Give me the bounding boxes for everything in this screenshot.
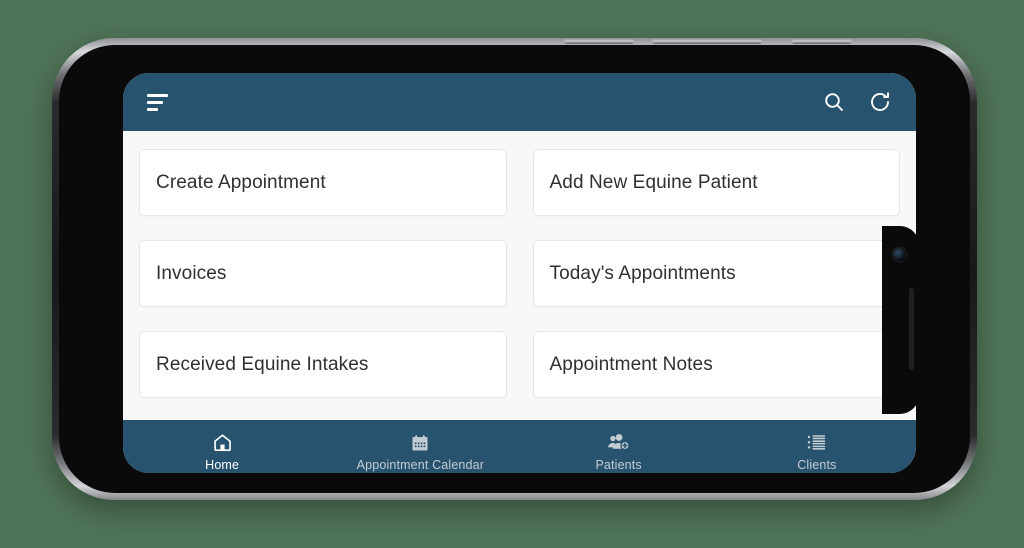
card-create-appointment[interactable]: Create Appointment [139,149,507,216]
card-label: Create Appointment [156,171,326,193]
refresh-icon[interactable] [868,90,892,114]
phone-screen: Create Appointment Add New Equine Patien… [123,73,916,473]
hamburger-menu-icon[interactable] [147,93,171,111]
page-backdrop: Create Appointment Add New Equine Patien… [0,0,1024,548]
volume-up-button[interactable] [564,39,634,44]
front-camera-icon [893,248,906,261]
phone-bezel: Create Appointment Add New Equine Patien… [59,45,970,493]
nav-item-label: Clients [797,457,837,472]
header-actions [822,90,892,114]
calendar-icon [410,432,430,454]
bottom-navigation-bar: Home Appointment Calendar Patients Clien… [123,420,916,473]
card-received-equine-intakes[interactable]: Received Equine Intakes [139,331,507,398]
nav-item-label: Appointment Calendar [356,457,485,472]
main-content: Create Appointment Add New Equine Patien… [123,131,916,420]
list-icon [806,432,827,454]
card-appointment-notes[interactable]: Appointment Notes [532,331,900,398]
nav-item-label: Home [205,457,240,472]
card-label: Received Equine Intakes [156,353,369,375]
app-header [123,73,916,131]
nav-item-home[interactable]: Home [123,420,321,473]
person-add-icon [607,432,630,454]
card-label: Appointment Notes [549,353,713,375]
card-label: Today's Appointments [549,262,736,284]
display-notch [882,226,919,414]
action-card-grid: Create Appointment Add New Equine Patien… [139,149,900,398]
card-todays-appointments[interactable]: Today's Appointments [532,240,900,307]
home-icon [212,432,233,454]
nav-item-clients[interactable]: Clients [718,420,916,473]
volume-down-button[interactable] [652,39,762,44]
earpiece-speaker-icon [909,288,914,370]
card-add-new-equine-patient[interactable]: Add New Equine Patient [532,149,900,216]
phone-device-frame: Create Appointment Add New Equine Patien… [52,38,977,500]
nav-item-patients[interactable]: Patients [520,420,718,473]
search-icon[interactable] [822,90,846,114]
nav-item-label: Patients [595,457,642,472]
power-button[interactable] [792,39,852,44]
card-invoices[interactable]: Invoices [139,240,507,307]
card-label: Add New Equine Patient [549,171,758,193]
nav-item-appointment-calendar[interactable]: Appointment Calendar [321,420,519,473]
card-label: Invoices [156,262,227,284]
